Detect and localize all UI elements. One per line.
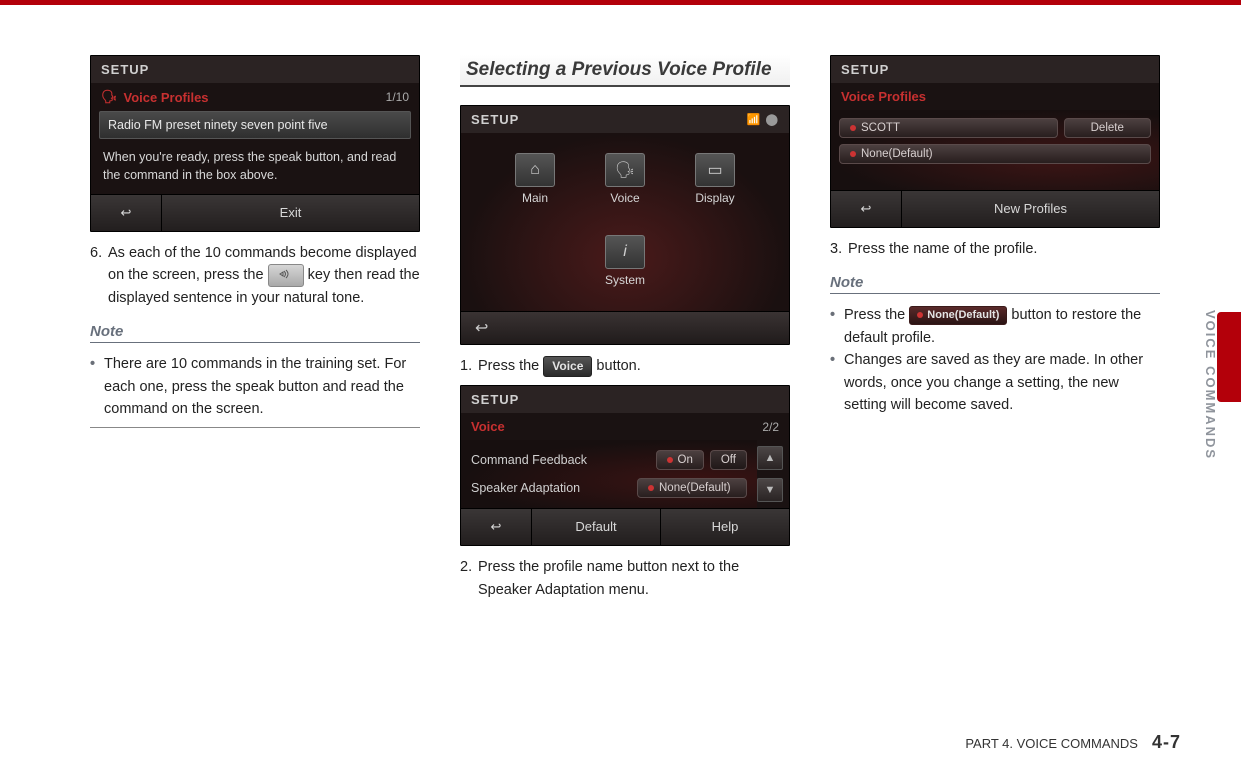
exit-button[interactable]: Exit [161,195,419,231]
note-heading: Note [90,323,420,343]
home-icon: ⌂ [515,153,555,187]
speaker-adaptation-value[interactable]: None(Default) [637,478,747,498]
note-bullet: Changes are saved as they are made. In o… [830,349,1160,416]
screenshot-voice-profile-training: SETUP 🗣 Voice Profiles 1/10 Radio FM pre… [90,55,420,232]
command-feedback-label: Command Feedback [471,453,587,467]
voice-icon-button[interactable]: 🗣Voice [605,153,645,205]
help-button[interactable]: Help [660,509,789,545]
step-2: 2. Press the profile name button next to… [460,556,790,601]
scroll-up-button[interactable]: ▲ [757,446,783,470]
back-button[interactable]: ↩ [461,509,531,545]
screenshot-voice-settings: SETUP Voice 2/2 Command Feedback On Off … [460,385,790,546]
note-bullet: Press the None(Default) button to restor… [830,304,1160,349]
page-footer: PART 4. VOICE COMMANDS 4-7 [965,732,1181,753]
screen-title: SETUP [471,392,519,407]
section-tab [1217,312,1241,402]
voice-icon: 🗣 [101,89,118,105]
delete-button[interactable]: Delete [1064,118,1152,138]
voice-icon: 🗣 [605,153,645,187]
none-default-key: None(Default) [909,306,1007,325]
scroll-down-button[interactable]: ▼ [757,478,783,502]
info-icon: i [605,235,645,269]
new-profiles-button[interactable]: New Profiles [901,191,1159,227]
screenshot-setup-grid: SETUP 📶 ⬤ ⌂Main 🗣Voice ▭Display iSystem … [460,105,790,345]
back-button[interactable]: ↩ [831,191,901,227]
page-counter: 2/2 [762,420,779,434]
default-button[interactable]: Default [531,509,660,545]
profile-scott[interactable]: SCOTT [839,118,1058,138]
page-counter: 1/10 [386,90,409,104]
main-icon-button[interactable]: ⌂Main [515,153,555,205]
screen-title: SETUP [101,62,149,77]
display-icon-button[interactable]: ▭Display [695,153,735,205]
screenshot-voice-profiles-list: SETUP Voice Profiles SCOTT Delete None(D… [830,55,1160,228]
speaker-adaptation-label: Speaker Adaptation [471,481,580,495]
step-1: 1. Press the Voice button. [460,355,790,377]
footer-part: PART 4. VOICE COMMANDS [965,736,1138,751]
on-toggle[interactable]: On [656,450,704,470]
screen-title: SETUP [841,62,889,77]
training-phrase: Radio FM preset ninety seven point five [99,111,411,139]
training-hint: When you're ready, press the speak butto… [91,145,419,194]
back-button[interactable]: ↩ [461,311,789,344]
back-button[interactable]: ↩ [91,195,161,231]
off-toggle[interactable]: Off [710,450,747,470]
voice-key: Voice [543,356,592,377]
speak-key-icon [268,264,304,286]
note-heading: Note [830,274,1160,294]
footer-page-number: 4-7 [1152,732,1181,753]
step-3: 3. Press the name of the profile. [830,238,1160,260]
screen-title: SETUP [471,112,519,127]
status-icons: 📶 ⬤ [747,113,779,126]
side-label: VOICE COMMANDS [1203,310,1218,460]
display-icon: ▭ [695,153,735,187]
system-icon-button[interactable]: iSystem [605,235,645,287]
profile-none-default[interactable]: None(Default) [839,144,1151,164]
section-heading: Selecting a Previous Voice Profile [460,55,790,87]
screen-subtitle: Voice Profiles [841,89,926,104]
screen-subtitle: 🗣 Voice Profiles [101,89,209,105]
note-bullet: There are 10 commands in the training se… [90,353,420,420]
screen-subtitle: Voice [471,419,505,434]
step-6: 6. As each of the 10 commands become dis… [90,242,420,309]
